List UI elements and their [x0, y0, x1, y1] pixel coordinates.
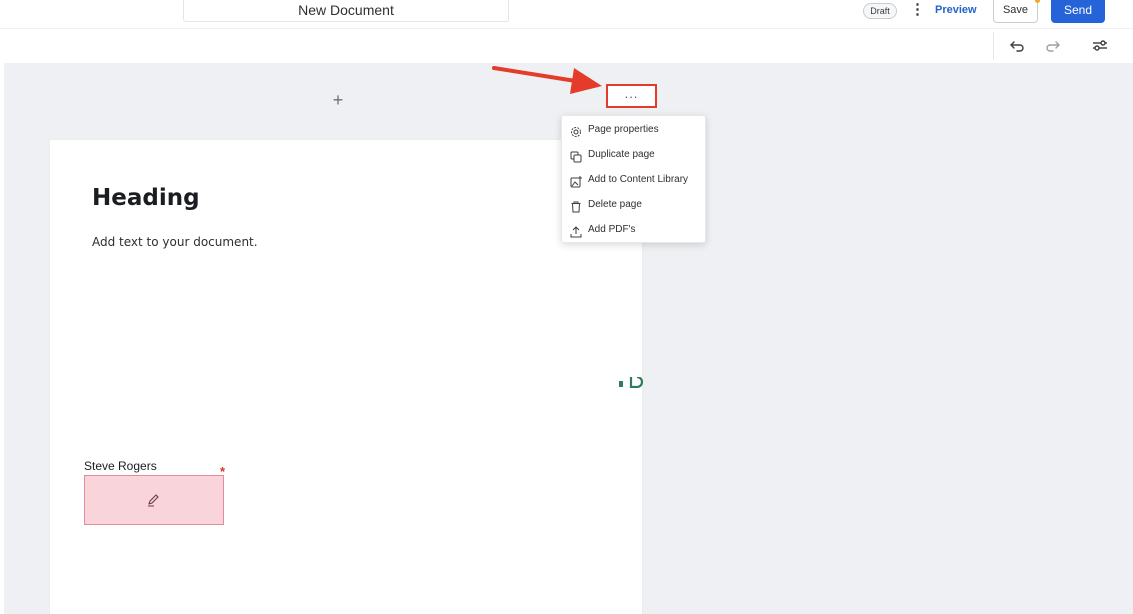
document-page: Heading Add text to your document. Steve… [50, 140, 644, 614]
content-block-icon [619, 376, 649, 388]
signature-field[interactable] [84, 475, 224, 525]
send-button[interactable]: Send [1051, 0, 1105, 23]
preview-button[interactable]: Preview [935, 3, 977, 17]
undo-icon[interactable] [1008, 36, 1028, 54]
redo-icon[interactable] [1042, 36, 1062, 54]
gear-icon [570, 124, 582, 137]
menu-item-add-pdfs[interactable]: Add PDF's [562, 218, 707, 242]
duplicate-icon [570, 149, 582, 163]
menu-item-label: Page properties [588, 124, 659, 135]
menu-item-label: Add PDF's [588, 224, 636, 235]
library-add-icon [570, 174, 582, 188]
settings-sliders-icon[interactable] [1090, 36, 1110, 54]
page-heading[interactable]: Heading [92, 185, 200, 211]
more-options-icon[interactable]: ⋮ [910, 1, 925, 21]
top-bar: New Document Draft ⋮ Preview Save Send [0, 0, 1133, 28]
menu-item-label: Delete page [588, 199, 642, 210]
pen-icon [145, 492, 161, 508]
menu-item-label: Duplicate page [588, 149, 655, 160]
menu-item-page-properties[interactable]: Page properties [562, 118, 707, 142]
toolbar-divider [993, 32, 994, 60]
menu-item-label: Add to Content Library [588, 174, 689, 185]
add-page-icon[interactable]: + [330, 91, 346, 109]
unsaved-indicator [1035, 0, 1040, 3]
editor-toolbar [0, 28, 1133, 62]
menu-item-add-to-content-library[interactable]: Add to Content Library [562, 168, 707, 192]
page-options-button[interactable]: ... [606, 84, 657, 108]
status-badge: Draft [863, 3, 897, 19]
save-button[interactable]: Save [993, 0, 1038, 23]
document-title[interactable]: New Document [183, 0, 509, 22]
annotation-arrow [490, 60, 610, 105]
page-body-text[interactable]: Add text to your document. [92, 235, 258, 249]
page-options-menu: Page properties Duplicate page Add to Co… [561, 115, 706, 243]
trash-icon [570, 199, 582, 213]
menu-item-duplicate-page[interactable]: Duplicate page [562, 143, 707, 167]
signer-name-label: Steve Rogers [84, 459, 157, 473]
upload-icon [570, 224, 582, 238]
menu-item-delete-page[interactable]: Delete page [562, 193, 707, 217]
